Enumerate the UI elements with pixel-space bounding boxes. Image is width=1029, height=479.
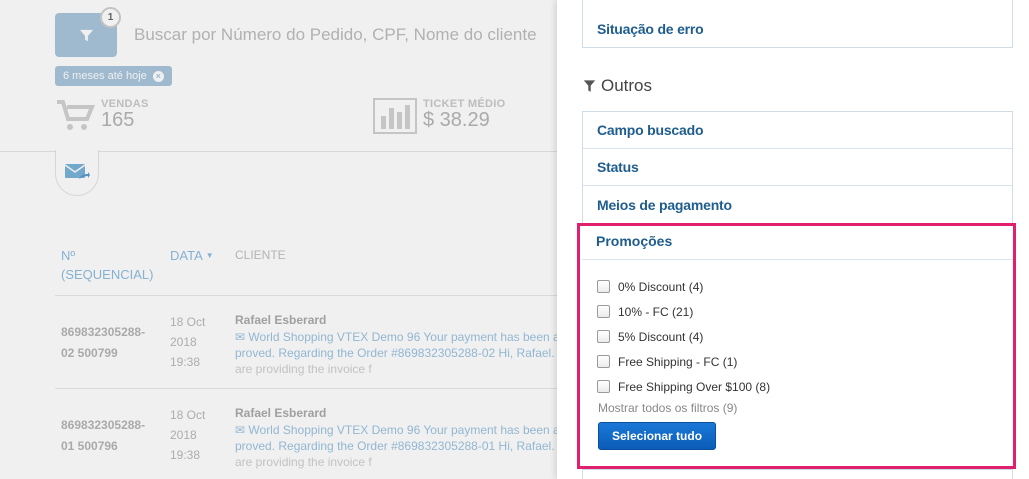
column-header-client: CLIENTE [235,248,286,262]
ticket-value: $ 38.29 [423,109,490,131]
order-id[interactable]: 869832305288- 01 500796 [61,415,161,457]
order-id[interactable]: 869832305288- 02 500799 [61,322,161,364]
sales-value: 165 [101,109,135,131]
others-section-title: Outros [583,76,652,96]
filter-icon [583,80,596,92]
bar-chart-icon [373,98,417,134]
sort-caret-icon: ▼ [205,251,214,260]
filter-panel: Situação de erro Outros Campo buscado St… [557,0,1029,479]
next-filter-box [582,469,1013,479]
client-message: ✉ World Shopping VTEX Demo 96 Your payme… [235,330,557,344]
order-date: 18 Oct 2018 19:38 [170,408,206,462]
filter-count-badge: 1 [100,7,121,28]
cart-icon [57,100,95,130]
remove-tag-icon[interactable]: × [152,70,164,82]
email-export-button[interactable] [55,150,99,196]
order-client: Rafael Esberard ✉ World Shopping VTEX De… [235,406,557,469]
filter-icon [79,29,93,41]
others-title-label: Outros [601,76,653,95]
status-filter-box: Situação de erro [582,0,1013,48]
table-divider [55,388,557,389]
column-number-line1: Nº [61,248,76,263]
ticket-stat: TICKET MÉDIO $ 38.29 [373,98,505,134]
orders-list-area: 1 6 meses até hoje × VENDAS 165 TICKET M… [0,0,557,479]
filter-searched-field[interactable]: Campo buscado [583,112,1012,149]
column-number-line2: (SEQUENCIAL) [61,267,154,282]
filter-payment-methods[interactable]: Meios de pagamento [583,186,1012,223]
date-filter-tag[interactable]: 6 meses até hoje × [55,66,172,86]
table-divider [55,295,557,296]
column-header-number[interactable]: Nº (SEQUENCIAL) [61,246,153,284]
envelope-icon: ✉ [235,330,246,344]
client-name: Rafael Esberard [235,406,327,420]
date-filter-label: 6 meses até hoje [63,70,147,82]
column-header-date[interactable]: DATA ▼ [170,246,214,265]
mail-forward-icon [64,163,90,179]
sales-stat: VENDAS 165 [55,98,149,132]
filter-status[interactable]: Status [583,149,1012,186]
others-filter-list: Campo buscado Status Meios de pagamento [582,111,1013,224]
filter-error-status[interactable]: Situação de erro [583,0,1012,47]
client-name: Rafael Esberard [235,313,327,327]
column-date-label: DATA [170,248,203,263]
client-message: ✉ World Shopping VTEX Demo 96 Your payme… [235,423,557,437]
order-client: Rafael Esberard ✉ World Shopping VTEX De… [235,313,557,376]
highlight-box [577,223,1016,469]
search-input[interactable] [124,13,557,57]
order-date: 18 Oct 2018 19:38 [170,315,206,369]
envelope-icon: ✉ [235,423,246,437]
